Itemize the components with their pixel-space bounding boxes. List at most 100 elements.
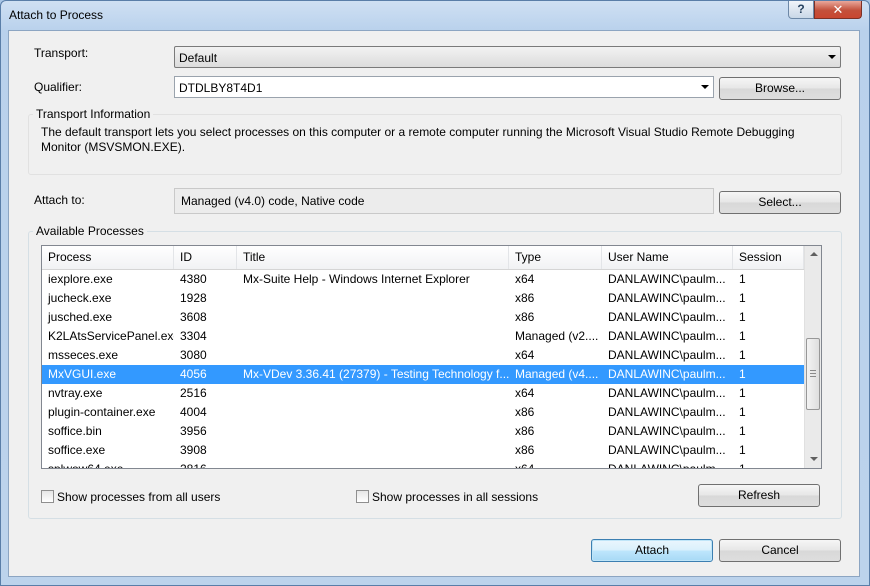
- grip-icon: [810, 373, 816, 374]
- column-header-session[interactable]: Session: [733, 246, 804, 269]
- cell-type: Managed (v2....: [515, 329, 599, 343]
- table-row[interactable]: soffice.bin 3956 x86 DANLAWINC\paulm... 1: [42, 422, 804, 441]
- cell-type: x64: [515, 348, 535, 362]
- cell-type: x86: [515, 291, 535, 305]
- scroll-thumb[interactable]: [806, 338, 820, 410]
- table-row[interactable]: jucheck.exe 1928 x86 DANLAWINC\paulm... 1: [42, 289, 804, 308]
- cancel-button[interactable]: Cancel: [719, 539, 841, 562]
- cell-id: 4056: [180, 367, 207, 381]
- table-row[interactable]: soffice.exe 3908 x86 DANLAWINC\paulm... 1: [42, 441, 804, 460]
- cell-process: nvtray.exe: [48, 386, 103, 400]
- cell-id: 1928: [180, 291, 207, 305]
- title-bar[interactable]: Attach to Process ? ✕: [1, 1, 869, 31]
- grip-icon: [810, 370, 816, 371]
- cell-id: 2516: [180, 386, 207, 400]
- cell-session: 1: [739, 329, 746, 343]
- column-header-process[interactable]: Process: [42, 246, 174, 269]
- browse-button[interactable]: Browse...: [719, 77, 841, 100]
- cell-process: K2LAtsServicePanel.exe: [48, 329, 174, 343]
- attach-to-field: Managed (v4.0) code, Native code: [174, 188, 714, 214]
- available-processes-title: Available Processes: [33, 224, 147, 238]
- qualifier-combobox[interactable]: DTDLBY8T4D1: [174, 76, 714, 98]
- process-list-header: Process ID Title Type User Name Session: [42, 246, 804, 270]
- process-list-scrollbar[interactable]: [804, 246, 821, 468]
- attach-to-label: Attach to:: [34, 193, 85, 207]
- cell-title: Mx-VDev 3.36.41 (27379) - Testing Techno…: [243, 367, 509, 381]
- cell-type: x86: [515, 443, 535, 457]
- cell-id: 2816: [180, 462, 207, 469]
- process-list-rows: iexplore.exe 4380 Mx-Suite Help - Windows …: [42, 270, 804, 469]
- cell-type: x86: [515, 310, 535, 324]
- column-header-id[interactable]: ID: [174, 246, 237, 269]
- cell-title: Mx-Suite Help - Windows Internet Explore…: [243, 272, 470, 286]
- cell-type: x64: [515, 462, 535, 469]
- cell-session: 1: [739, 310, 746, 324]
- help-button[interactable]: ?: [788, 1, 814, 19]
- cell-process: jucheck.exe: [48, 291, 112, 305]
- table-row[interactable]: splwow64.exe 2816 x64 DANLAWINC\paulm... 1: [42, 460, 804, 469]
- table-row[interactable]: nvtray.exe 2516 x64 DANLAWINC\paulm... 1: [42, 384, 804, 403]
- cell-user-name: DANLAWINC\paulm...: [608, 424, 726, 438]
- cell-id: 3080: [180, 348, 207, 362]
- table-row[interactable]: plugin-container.exe 4004 x86 DANLAWINC\pau…: [42, 403, 804, 422]
- table-row[interactable]: jusched.exe 3608 x86 DANLAWINC\paulm... 1: [42, 308, 804, 327]
- transport-info-title: Transport Information: [33, 107, 154, 121]
- cell-session: 1: [739, 443, 746, 457]
- cell-id: 3608: [180, 310, 207, 324]
- close-button[interactable]: ✕: [814, 1, 862, 19]
- transport-info-text: The default transport lets you select pr…: [41, 125, 836, 155]
- show-all-users-checkbox[interactable]: [41, 490, 54, 503]
- cell-id: 3304: [180, 329, 207, 343]
- cell-user-name: DANLAWINC\paulm...: [608, 291, 726, 305]
- show-all-sessions-checkbox[interactable]: [356, 490, 369, 503]
- cell-session: 1: [739, 291, 746, 305]
- cell-type: x64: [515, 386, 535, 400]
- cell-session: 1: [739, 462, 746, 469]
- transport-info-group: Transport Information The default transp…: [28, 107, 842, 175]
- cell-session: 1: [739, 348, 746, 362]
- cell-session: 1: [739, 405, 746, 419]
- cell-type: x86: [515, 405, 535, 419]
- table-row[interactable]: msseces.exe 3080 x64 DANLAWINC\paulm... 1: [42, 346, 804, 365]
- cell-id: 3908: [180, 443, 207, 457]
- cell-process: splwow64.exe: [48, 462, 124, 469]
- selected-table-row[interactable]: MxVGUI.exe 4056 Mx-VDev 3.36.41 (27379) - …: [42, 365, 804, 384]
- transport-dropdown[interactable]: Default: [174, 46, 841, 68]
- qualifier-value: DTDLBY8T4D1: [179, 81, 263, 95]
- cell-process: soffice.exe: [48, 443, 106, 457]
- column-header-title[interactable]: Title: [237, 246, 509, 269]
- cell-user-name: DANLAWINC\paulm...: [608, 443, 726, 457]
- transport-value: Default: [179, 51, 218, 65]
- grip-icon: [810, 376, 816, 377]
- scroll-down-button[interactable]: [805, 451, 821, 468]
- attach-to-value: Managed (v4.0) code, Native code: [181, 194, 365, 208]
- chevron-down-icon: [810, 457, 818, 461]
- cell-process: msseces.exe: [48, 348, 119, 362]
- table-row[interactable]: iexplore.exe 4380 Mx-Suite Help - Windows …: [42, 270, 804, 289]
- cell-session: 1: [739, 367, 746, 381]
- cell-id: 4004: [180, 405, 207, 419]
- select-code-type-button[interactable]: Select...: [719, 191, 841, 214]
- attach-button[interactable]: Attach: [591, 539, 713, 562]
- show-all-users-label[interactable]: Show processes from all users: [57, 490, 220, 504]
- column-header-user-name[interactable]: User Name: [602, 246, 733, 269]
- refresh-button[interactable]: Refresh: [698, 484, 820, 507]
- transport-info-line-1: The default transport lets you select pr…: [41, 125, 795, 139]
- chevron-down-icon: [701, 85, 709, 89]
- cell-session: 1: [739, 424, 746, 438]
- table-row[interactable]: K2LAtsServicePanel.exe 3304 Managed (v2...…: [42, 327, 804, 346]
- cell-user-name: DANLAWINC\paulm...: [608, 405, 726, 419]
- cell-type: x86: [515, 424, 535, 438]
- process-list[interactable]: Process ID Title Type User Name Session iexpl…: [41, 245, 822, 469]
- cell-user-name: DANLAWINC\paulm...: [608, 310, 726, 324]
- show-all-sessions-label[interactable]: Show processes in all sessions: [372, 490, 538, 504]
- column-header-type[interactable]: Type: [509, 246, 602, 269]
- chevron-down-icon: [828, 55, 836, 59]
- cell-type: x64: [515, 272, 535, 286]
- cell-process: iexplore.exe: [48, 272, 113, 286]
- cell-user-name: DANLAWINC\paulm...: [608, 367, 726, 381]
- scroll-up-button[interactable]: [805, 246, 821, 263]
- chevron-up-icon: [810, 252, 818, 256]
- cell-user-name: DANLAWINC\paulm...: [608, 348, 726, 362]
- cell-type: Managed (v4....: [515, 367, 599, 381]
